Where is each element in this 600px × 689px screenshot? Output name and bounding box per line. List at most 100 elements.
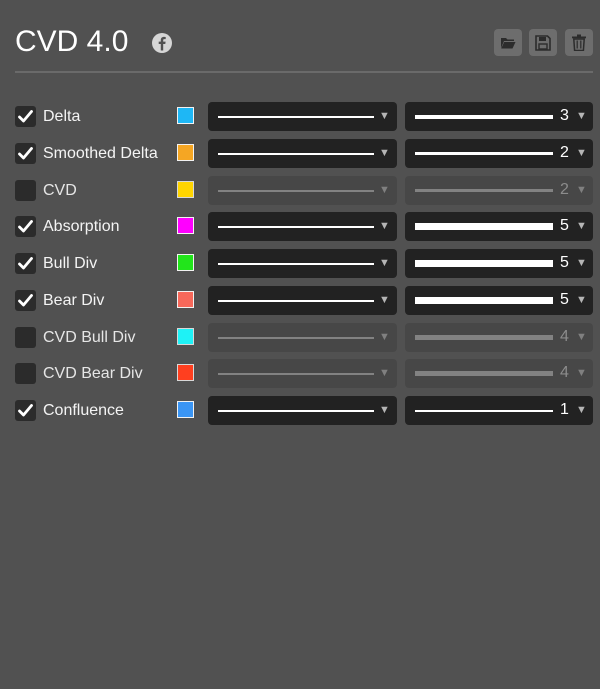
open-button[interactable]	[494, 29, 522, 56]
line-width-preview	[415, 189, 553, 192]
line-style-select[interactable]: ▼	[208, 249, 397, 278]
line-style-preview	[218, 300, 374, 302]
line-width-preview	[415, 223, 553, 230]
plot-row-cvd: CVD ▼ 2 ▼	[15, 176, 593, 205]
dropdown-arrow-icon: ▼	[379, 147, 390, 159]
line-width-preview	[415, 260, 553, 267]
line-style-preview	[218, 263, 374, 265]
dropdown-arrow-icon: ▼	[379, 184, 390, 196]
plot-row-absorption: Absorption ▼ 5 ▼	[15, 212, 593, 241]
line-width-value: 3	[560, 107, 569, 124]
line-width-select[interactable]: 3 ▼	[405, 102, 593, 131]
plot-row-cvd-bear-div: CVD Bear Div ▼ 4 ▼	[15, 359, 593, 388]
line-style-select[interactable]: ▼	[208, 139, 397, 168]
plot-row-confluence: Confluence ▼ 1 ▼	[15, 396, 593, 425]
dropdown-arrow-icon: ▼	[576, 184, 587, 196]
facebook-icon[interactable]	[152, 33, 172, 53]
color-swatch[interactable]	[177, 364, 194, 381]
line-style-preview	[218, 190, 374, 192]
line-style-preview	[218, 410, 374, 412]
line-width-preview	[415, 410, 553, 412]
color-swatch[interactable]	[177, 401, 194, 418]
line-style-select[interactable]: ▼	[208, 286, 397, 315]
visibility-checkbox[interactable]	[15, 216, 36, 237]
line-style-preview	[218, 226, 374, 228]
visibility-checkbox[interactable]	[15, 143, 36, 164]
color-swatch[interactable]	[177, 291, 194, 308]
plot-label: Confluence	[43, 402, 124, 419]
line-style-select[interactable]: ▼	[208, 102, 397, 131]
line-width-select[interactable]: 2 ▼	[405, 139, 593, 168]
line-width-value: 2	[560, 144, 569, 161]
plot-label: Delta	[43, 108, 81, 125]
plot-label: Bear Div	[43, 292, 105, 309]
line-width-select[interactable]: 1 ▼	[405, 396, 593, 425]
dropdown-arrow-icon: ▼	[576, 404, 587, 416]
line-width-select[interactable]: 4 ▼	[405, 359, 593, 388]
line-style-select[interactable]: ▼	[208, 323, 397, 352]
checkmark-icon	[18, 147, 33, 160]
folder-open-icon	[500, 36, 516, 50]
color-swatch[interactable]	[177, 254, 194, 271]
dropdown-arrow-icon: ▼	[576, 331, 587, 343]
plot-row-bear-div: Bear Div ▼ 5 ▼	[15, 286, 593, 315]
dropdown-arrow-icon: ▼	[379, 404, 390, 416]
line-width-value: 5	[560, 254, 569, 271]
line-width-value: 5	[560, 291, 569, 308]
line-style-select[interactable]: ▼	[208, 176, 397, 205]
save-button[interactable]	[529, 29, 557, 56]
visibility-checkbox[interactable]	[15, 180, 36, 201]
visibility-checkbox[interactable]	[15, 363, 36, 384]
panel-title: CVD 4.0	[15, 25, 129, 58]
plot-row-bull-div: Bull Div ▼ 5 ▼	[15, 249, 593, 278]
line-width-select[interactable]: 5 ▼	[405, 212, 593, 241]
color-swatch[interactable]	[177, 181, 194, 198]
line-width-select[interactable]: 2 ▼	[405, 176, 593, 205]
visibility-checkbox[interactable]	[15, 327, 36, 348]
checkmark-icon	[18, 220, 33, 233]
dropdown-arrow-icon: ▼	[379, 257, 390, 269]
dropdown-arrow-icon: ▼	[576, 257, 587, 269]
line-width-preview	[415, 297, 553, 304]
color-swatch[interactable]	[177, 144, 194, 161]
dropdown-arrow-icon: ▼	[379, 367, 390, 379]
dropdown-arrow-icon: ▼	[379, 220, 390, 232]
line-style-select[interactable]: ▼	[208, 212, 397, 241]
line-width-value: 2	[560, 181, 569, 198]
line-width-value: 4	[560, 328, 569, 345]
visibility-checkbox[interactable]	[15, 400, 36, 421]
visibility-checkbox[interactable]	[15, 253, 36, 274]
plot-label: Absorption	[43, 218, 120, 235]
line-width-preview	[415, 335, 553, 340]
line-width-preview	[415, 115, 553, 119]
line-width-value: 4	[560, 364, 569, 381]
plot-label: Smoothed Delta	[43, 145, 158, 162]
line-width-preview	[415, 152, 553, 155]
dropdown-arrow-icon: ▼	[379, 294, 390, 306]
color-swatch[interactable]	[177, 328, 194, 345]
plot-label: CVD	[43, 182, 77, 199]
line-style-preview	[218, 116, 374, 118]
delete-button[interactable]	[565, 29, 593, 56]
line-style-preview	[218, 153, 374, 155]
header-divider	[15, 71, 593, 73]
plot-row-smoothed-delta: Smoothed Delta ▼ 2 ▼	[15, 139, 593, 168]
color-swatch[interactable]	[177, 107, 194, 124]
visibility-checkbox[interactable]	[15, 106, 36, 127]
line-style-preview	[218, 373, 374, 375]
color-swatch[interactable]	[177, 217, 194, 234]
line-style-select[interactable]: ▼	[208, 396, 397, 425]
panel-header: CVD 4.0	[15, 22, 593, 62]
dropdown-arrow-icon: ▼	[576, 110, 587, 122]
plot-label: CVD Bull Div	[43, 329, 136, 346]
line-width-select[interactable]: 5 ▼	[405, 249, 593, 278]
visibility-checkbox[interactable]	[15, 290, 36, 311]
line-style-select[interactable]: ▼	[208, 359, 397, 388]
line-width-value: 1	[560, 401, 569, 418]
checkmark-icon	[18, 404, 33, 417]
dropdown-arrow-icon: ▼	[576, 147, 587, 159]
line-width-select[interactable]: 5 ▼	[405, 286, 593, 315]
line-width-select[interactable]: 4 ▼	[405, 323, 593, 352]
save-disk-icon	[535, 34, 551, 51]
checkmark-icon	[18, 257, 33, 270]
